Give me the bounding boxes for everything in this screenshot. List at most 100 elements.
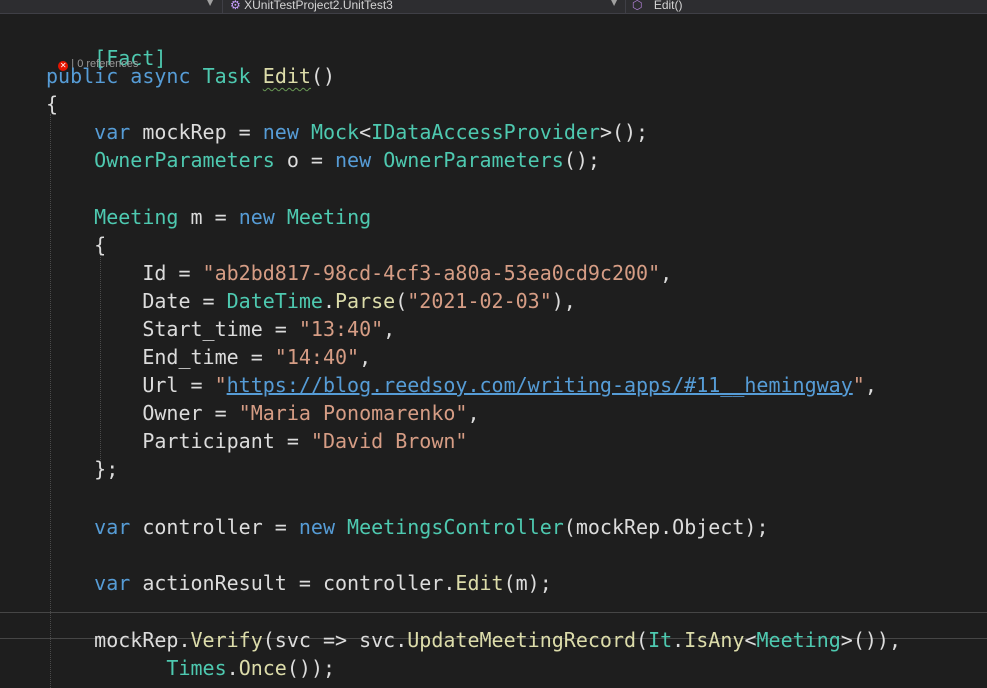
navigation-bar-divider: [222, 0, 223, 13]
keyword: new: [335, 148, 372, 172]
property-assignment: Id =: [142, 261, 203, 285]
code-line[interactable]: OwnerParameters o = new OwnerParameters(…: [46, 146, 600, 174]
punctuation: (m);: [503, 571, 552, 595]
project-dropdown[interactable]: ⚙ XUnitTestProject2.UnitTest3: [230, 0, 393, 13]
type-name: Task: [202, 64, 251, 88]
punctuation: ,: [359, 345, 372, 369]
method-name: Verify: [190, 628, 263, 652]
code-line[interactable]: {: [46, 231, 106, 259]
string-literal: "2021-02-03": [407, 289, 552, 313]
string-literal: ": [214, 373, 227, 397]
punctuation: ,: [383, 317, 396, 341]
punctuation: ,: [467, 401, 480, 425]
identifier: m =: [178, 205, 239, 229]
property-assignment: Date =: [142, 289, 227, 313]
project-dropdown-label: XUnitTestProject2.UnitTest3: [244, 0, 393, 12]
type-name: Meeting: [756, 628, 841, 652]
method-name: Parse: [335, 289, 396, 313]
url-link[interactable]: https://blog.reedsoy.com/writing-apps/#1…: [227, 373, 853, 397]
punctuation: ();: [563, 148, 600, 172]
punctuation: ,: [864, 373, 877, 397]
keyword: async: [130, 64, 191, 88]
string-literal: "13:40": [298, 317, 384, 341]
punctuation: ,: [660, 261, 673, 285]
brace: {: [94, 233, 107, 257]
chevron-down-icon[interactable]: ▼: [207, 0, 213, 7]
code-line[interactable]: var mockRep = new Mock<IDataAccessProvid…: [46, 118, 648, 146]
keyword: new: [298, 515, 335, 539]
code-line[interactable]: Meeting m = new Meeting: [46, 203, 371, 231]
punctuation: (: [563, 515, 576, 539]
code-line[interactable]: public async Task Edit(): [46, 62, 335, 90]
navigation-bar: ▼ ⚙ XUnitTestProject2.UnitTest3 ▼ ⬡ Edit…: [0, 0, 987, 14]
identifier: mockRep.: [94, 628, 191, 652]
code-line[interactable]: var actionResult = controller.Edit(m);: [46, 569, 552, 597]
navigation-bar-divider: [625, 0, 626, 13]
code-line[interactable]: Times.Once());: [46, 654, 335, 682]
keyword: new: [262, 120, 299, 144]
type-name: It: [648, 628, 673, 652]
lambda: (svc => svc.: [262, 628, 408, 652]
code-line[interactable]: End_time = "14:40",: [46, 343, 371, 371]
property-assignment: Url =: [142, 373, 215, 397]
keyword: var: [94, 571, 131, 595]
type-name: OwnerParameters: [94, 148, 275, 172]
string-literal: "14:40": [274, 345, 360, 369]
code-line[interactable]: Url = "https://blog.reedsoy.com/writing-…: [46, 371, 877, 399]
method-name[interactable]: Edit: [263, 64, 311, 88]
code-line[interactable]: Id = "ab2bd817-98cd-4cf3-a80a-53ea0cd9c2…: [46, 259, 672, 287]
string-literal: "ab2bd817-98cd-4cf3-a80a-53ea0cd9c200": [202, 261, 661, 285]
type-name: Meeting: [286, 205, 372, 229]
type-name: Meeting: [94, 205, 179, 229]
punctuation: .: [322, 289, 335, 313]
punctuation: (: [395, 289, 408, 313]
punctuation: .: [226, 656, 239, 680]
keyword: new: [238, 205, 275, 229]
identifier: controller =: [130, 515, 299, 539]
code-editor[interactable]: [Fact] ✕ | 0 references public async Tas…: [0, 14, 987, 688]
class-icon: ⚙: [230, 0, 241, 12]
chevron-down-icon[interactable]: ▼: [611, 0, 617, 7]
identifier: o =: [274, 148, 336, 172]
code-line[interactable]: Participant = "David Brown": [46, 427, 467, 455]
property-assignment: Participant =: [142, 429, 311, 453]
identifier: mockRep.Object: [575, 515, 745, 539]
member-dropdown[interactable]: ⬡ Edit(): [632, 0, 683, 13]
code-line[interactable]: Date = DateTime.Parse("2021-02-03"),: [46, 287, 576, 315]
code-line[interactable]: };: [46, 455, 118, 483]
method-name: UpdateMeetingRecord: [407, 628, 637, 652]
property-assignment: End_time =: [142, 345, 275, 369]
punctuation: );: [744, 515, 769, 539]
punctuation: ());: [286, 656, 336, 680]
code-line[interactable]: var controller = new MeetingsController(…: [46, 513, 769, 541]
string-literal: "Maria Ponomarenko": [238, 401, 468, 425]
identifier: controller.: [322, 571, 456, 595]
type-name: Mock: [310, 120, 360, 144]
member-dropdown-label: Edit(): [653, 0, 683, 12]
punctuation: (: [636, 628, 649, 652]
type-name: DateTime: [226, 289, 323, 313]
method-name: IsAny: [684, 628, 745, 652]
code-line[interactable]: [Fact]: [46, 16, 166, 70]
code-line[interactable]: Start_time = "13:40",: [46, 315, 395, 343]
punctuation: (): [310, 64, 336, 88]
brace: {: [46, 92, 59, 116]
property-assignment: Owner =: [142, 401, 239, 425]
keyword: var: [94, 120, 131, 144]
keyword: var: [94, 515, 131, 539]
code-line[interactable]: {: [46, 90, 58, 118]
punctuation: ),: [551, 289, 576, 313]
method-icon: ⬡: [632, 0, 643, 12]
brace: };: [94, 457, 119, 481]
identifier: mockRep: [142, 120, 227, 144]
method-name: Once: [238, 656, 287, 680]
code-line[interactable]: Owner = "Maria Ponomarenko",: [46, 399, 479, 427]
method-name: Edit: [455, 571, 504, 595]
type-name: IDataAccessProvider: [371, 120, 600, 144]
type-name: MeetingsController: [347, 515, 564, 539]
punctuation: >();: [599, 120, 649, 144]
string-literal: ": [852, 373, 865, 397]
code-line[interactable]: mockRep.Verify(svc => svc.UpdateMeetingR…: [46, 626, 901, 654]
type-name: OwnerParameters: [383, 148, 564, 172]
identifier: actionResult =: [130, 571, 323, 595]
